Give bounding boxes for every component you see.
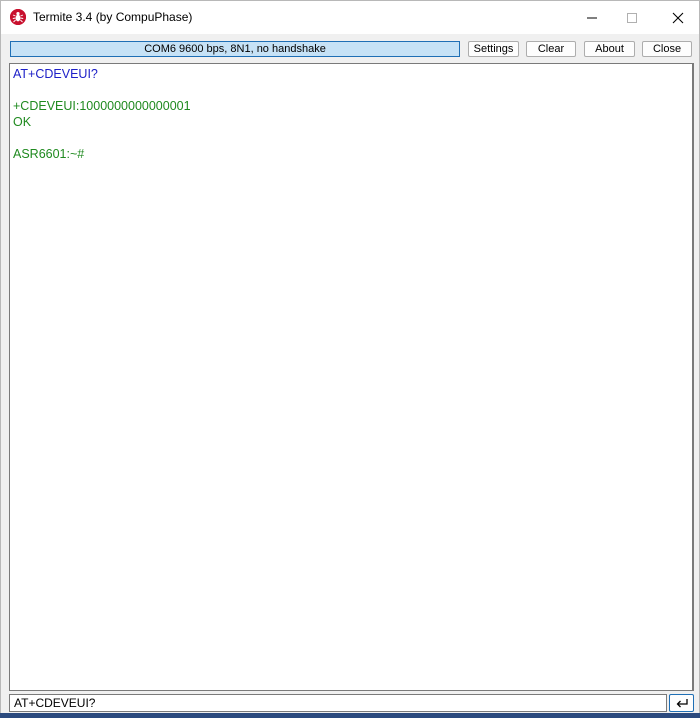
clear-button[interactable]: Clear bbox=[526, 41, 576, 57]
enter-icon bbox=[676, 698, 688, 707]
command-input-box[interactable] bbox=[9, 694, 667, 712]
terminal-line-sent: AT+CDEVEUI? bbox=[13, 67, 98, 81]
clear-button-label: Clear bbox=[537, 43, 565, 55]
send-button[interactable] bbox=[669, 694, 694, 712]
maximize-button[interactable] bbox=[609, 1, 655, 34]
about-button-label: About bbox=[595, 43, 624, 55]
termite-icon bbox=[10, 9, 26, 25]
command-input[interactable] bbox=[14, 696, 654, 710]
terminal-output[interactable]: AT+CDEVEUI? +CDEVEUI:1000000000000001 OK… bbox=[9, 63, 694, 691]
close-button-label: Close bbox=[652, 43, 682, 55]
termite-window: Termite 3.4 (by CompuPhase) COM6 9600 bp… bbox=[0, 0, 700, 718]
maximize-icon bbox=[627, 12, 637, 23]
window-title: Termite 3.4 (by CompuPhase) bbox=[33, 10, 193, 24]
settings-button-label: Settings bbox=[473, 43, 514, 55]
port-status[interactable]: COM6 9600 bps, 8N1, no handshake bbox=[10, 41, 460, 57]
terminal-line-received: +CDEVEUI:1000000000000001 bbox=[13, 99, 191, 113]
minimize-icon bbox=[587, 17, 597, 18]
close-icon bbox=[672, 12, 684, 23]
settings-button[interactable]: Settings bbox=[468, 41, 519, 57]
close-button[interactable]: Close bbox=[642, 41, 692, 57]
title-bar[interactable]: Termite 3.4 (by CompuPhase) bbox=[1, 1, 699, 34]
about-button[interactable]: About bbox=[584, 41, 635, 57]
close-window-button[interactable] bbox=[655, 1, 700, 34]
terminal-line-prompt: ASR6601:~# bbox=[13, 147, 85, 161]
desktop-strip bbox=[0, 713, 700, 718]
terminal-line-received: OK bbox=[13, 115, 32, 129]
